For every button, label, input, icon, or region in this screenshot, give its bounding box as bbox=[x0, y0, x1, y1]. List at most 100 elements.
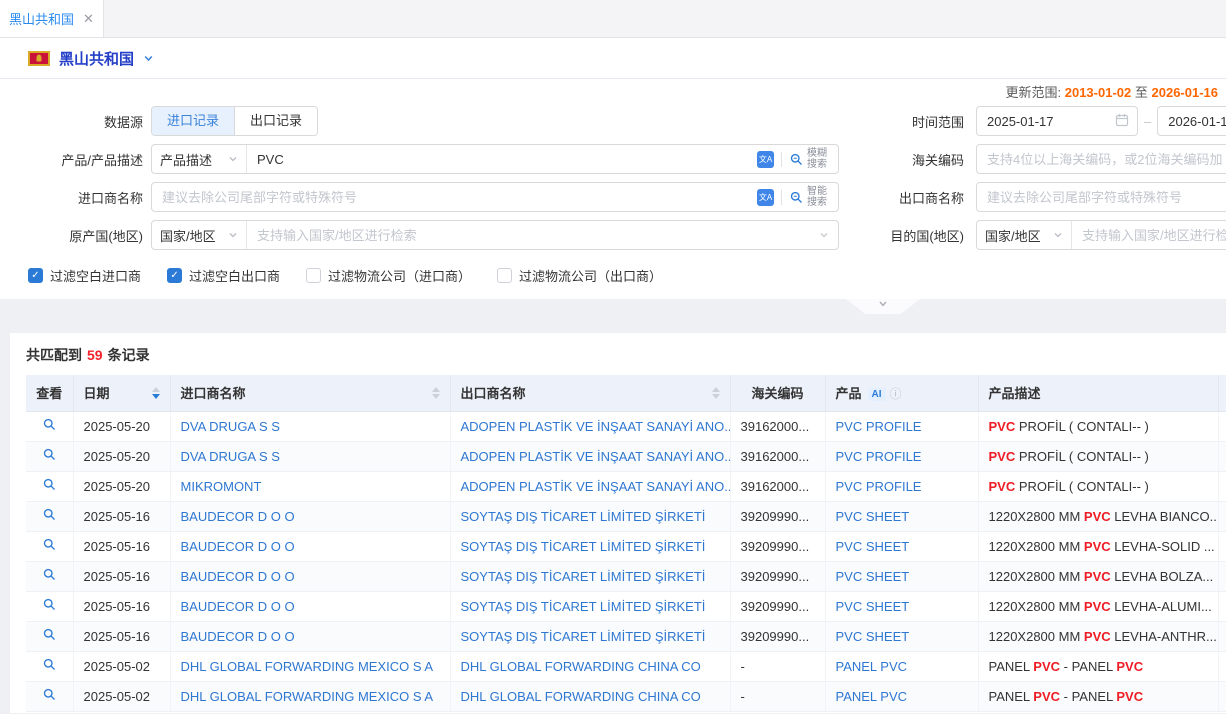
tab-close-icon[interactable]: ✕ bbox=[83, 12, 94, 25]
fuzzy-search-button[interactable]: 模糊搜索 bbox=[789, 148, 829, 170]
row-product-link[interactable]: PVC SHEET bbox=[825, 501, 978, 531]
smart-search-button[interactable]: 智能搜索 bbox=[789, 186, 829, 208]
montenegro-flag-icon bbox=[28, 51, 50, 66]
divider bbox=[781, 190, 782, 205]
row-exporter-link[interactable]: SOYTAŞ DIŞ TİCARET LİMİTED ŞİRKETİ bbox=[450, 561, 730, 591]
row-importer-link[interactable]: DHL GLOBAL FORWARDING MEXICO S A bbox=[170, 651, 450, 681]
row-importer-link[interactable]: DVA DRUGA S S bbox=[170, 441, 450, 471]
view-record-icon[interactable] bbox=[42, 567, 57, 582]
row-product-link[interactable]: PVC SHEET bbox=[825, 591, 978, 621]
checkbox-label: 过滤物流公司（进口商） bbox=[328, 266, 471, 285]
toggle-export-records[interactable]: 出口记录 bbox=[234, 107, 317, 135]
toggle-import-records[interactable]: 进口记录 bbox=[152, 107, 234, 135]
row-hs-code-cell: - bbox=[730, 651, 825, 681]
destination-select[interactable]: 国家/地区 bbox=[977, 221, 1072, 249]
description-highlight: PVC bbox=[1084, 509, 1111, 524]
row-product-link[interactable]: PVC SHEET bbox=[825, 531, 978, 561]
chevron-down-icon[interactable] bbox=[819, 230, 829, 240]
destination-label: 目的国(地区) bbox=[839, 226, 964, 245]
row-exporter-link[interactable]: ADOPEN PLASTİK VE İNŞAAT SANAYİ ANO... bbox=[450, 471, 730, 501]
row-description-cell: 1220X2800 MM PVC LEVHA-ALUMI... bbox=[978, 591, 1218, 621]
description-text: PROFİL ( CONTALI-- ) bbox=[1015, 449, 1149, 464]
column-extra bbox=[1218, 375, 1226, 411]
row-product-link[interactable]: PANEL PVC bbox=[825, 681, 978, 711]
view-record-icon[interactable] bbox=[42, 417, 57, 432]
row-product-link[interactable]: PVC SHEET bbox=[825, 561, 978, 591]
checkbox-unchecked-icon[interactable] bbox=[497, 268, 512, 283]
product-type-select-value: 产品描述 bbox=[160, 150, 212, 169]
column-exporter[interactable]: 出口商名称 bbox=[450, 375, 730, 411]
checkbox-filter-logistics-exporter[interactable]: 过滤物流公司（出口商） bbox=[497, 266, 662, 285]
row-importer-link[interactable]: BAUDECOR D O O bbox=[170, 561, 450, 591]
row-exporter-link[interactable]: ADOPEN PLASTİK VE İNŞAAT SANAYİ ANO... bbox=[450, 411, 730, 441]
country-name[interactable]: 黑山共和国 bbox=[59, 48, 134, 69]
sort-icon-exporter[interactable] bbox=[712, 387, 720, 399]
chevron-down-icon[interactable] bbox=[143, 53, 154, 64]
view-record-icon[interactable] bbox=[42, 627, 57, 642]
checkbox-checked-icon[interactable]: ✓ bbox=[167, 268, 182, 283]
row-importer-link[interactable]: BAUDECOR D O O bbox=[170, 501, 450, 531]
hs-code-input[interactable] bbox=[977, 152, 1226, 167]
view-record-icon[interactable] bbox=[42, 687, 57, 702]
view-record-icon[interactable] bbox=[42, 657, 57, 672]
description-highlight: PVC bbox=[1084, 629, 1111, 644]
translate-icon[interactable]: 文A bbox=[757, 151, 774, 168]
row-product-link[interactable]: PANEL PVC bbox=[825, 651, 978, 681]
row-exporter-link[interactable]: SOYTAŞ DIŞ TİCARET LİMİTED ŞİRKETİ bbox=[450, 591, 730, 621]
row-product-link[interactable]: PVC SHEET bbox=[825, 621, 978, 651]
destination-input[interactable] bbox=[1072, 228, 1226, 243]
date-end-field[interactable] bbox=[1166, 113, 1226, 130]
column-importer[interactable]: 进口商名称 bbox=[170, 375, 450, 411]
row-importer-link[interactable]: BAUDECOR D O O bbox=[170, 591, 450, 621]
translate-icon[interactable]: 文A bbox=[757, 189, 774, 206]
tab-title: 黑山共和国 bbox=[9, 9, 74, 28]
checkbox-label: 过滤空白出口商 bbox=[189, 266, 280, 285]
calendar-icon[interactable] bbox=[1115, 113, 1129, 130]
description-text: LEVHA-ALUMI... bbox=[1111, 599, 1212, 614]
column-date[interactable]: 日期 bbox=[73, 375, 170, 411]
date-end-input[interactable] bbox=[1157, 106, 1226, 136]
sort-icon-importer[interactable] bbox=[432, 387, 440, 399]
row-exporter-link[interactable]: SOYTAŞ DIŞ TİCARET LİMİTED ŞİRKETİ bbox=[450, 621, 730, 651]
row-exporter-link[interactable]: DHL GLOBAL FORWARDING CHINA CO bbox=[450, 651, 730, 681]
row-exporter-link[interactable]: SOYTAŞ DIŞ TİCARET LİMİTED ŞİRKETİ bbox=[450, 531, 730, 561]
row-product-link[interactable]: PVC PROFILE bbox=[825, 471, 978, 501]
view-record-icon[interactable] bbox=[42, 477, 57, 492]
checkbox-filter-blank-exporter[interactable]: ✓ 过滤空白出口商 bbox=[167, 266, 280, 285]
summary-suffix: 条记录 bbox=[108, 347, 150, 363]
view-record-icon[interactable] bbox=[42, 507, 57, 522]
row-product-link[interactable]: PVC PROFILE bbox=[825, 441, 978, 471]
row-exporter-link[interactable]: SOYTAŞ DIŞ TİCARET LİMİTED ŞİRKETİ bbox=[450, 501, 730, 531]
date-start-field[interactable] bbox=[985, 113, 1115, 130]
exporter-input[interactable] bbox=[977, 190, 1226, 205]
checkbox-filter-logistics-importer[interactable]: 过滤物流公司（进口商） bbox=[306, 266, 471, 285]
row-importer-link[interactable]: MIKROMONT bbox=[170, 471, 450, 501]
row-extra-cell bbox=[1218, 471, 1226, 501]
row-importer-link[interactable]: BAUDECOR D O O bbox=[170, 531, 450, 561]
view-record-icon[interactable] bbox=[42, 537, 57, 552]
origin-input[interactable] bbox=[247, 228, 819, 243]
row-exporter-link[interactable]: ADOPEN PLASTİK VE İNŞAAT SANAYİ ANO... bbox=[450, 441, 730, 471]
checkbox-filter-blank-importer[interactable]: ✓ 过滤空白进口商 bbox=[28, 266, 141, 285]
info-icon[interactable]: ⓘ bbox=[890, 387, 902, 401]
collapse-panel-button[interactable] bbox=[846, 299, 920, 314]
checkbox-checked-icon[interactable]: ✓ bbox=[28, 268, 43, 283]
row-product-link[interactable]: PVC PROFILE bbox=[825, 411, 978, 441]
importer-input[interactable] bbox=[152, 190, 757, 205]
tab-montenegro[interactable]: 黑山共和国 ✕ bbox=[0, 0, 104, 37]
date-start-input[interactable] bbox=[976, 106, 1138, 136]
row-importer-link[interactable]: BAUDECOR D O O bbox=[170, 621, 450, 651]
column-importer-label: 进口商名称 bbox=[181, 383, 246, 402]
row-importer-link[interactable]: DVA DRUGA S S bbox=[170, 411, 450, 441]
origin-select[interactable]: 国家/地区 bbox=[152, 221, 247, 249]
divider bbox=[781, 152, 782, 167]
view-record-icon[interactable] bbox=[42, 447, 57, 462]
product-search-input[interactable] bbox=[247, 152, 757, 167]
row-importer-link[interactable]: DHL GLOBAL FORWARDING MEXICO S A bbox=[170, 681, 450, 711]
product-type-select[interactable]: 产品描述 bbox=[152, 145, 247, 173]
row-hs-code-cell: 39162000... bbox=[730, 441, 825, 471]
view-record-icon[interactable] bbox=[42, 597, 57, 612]
checkbox-unchecked-icon[interactable] bbox=[306, 268, 321, 283]
sort-icon-date[interactable] bbox=[152, 387, 160, 399]
row-exporter-link[interactable]: DHL GLOBAL FORWARDING CHINA CO bbox=[450, 681, 730, 711]
